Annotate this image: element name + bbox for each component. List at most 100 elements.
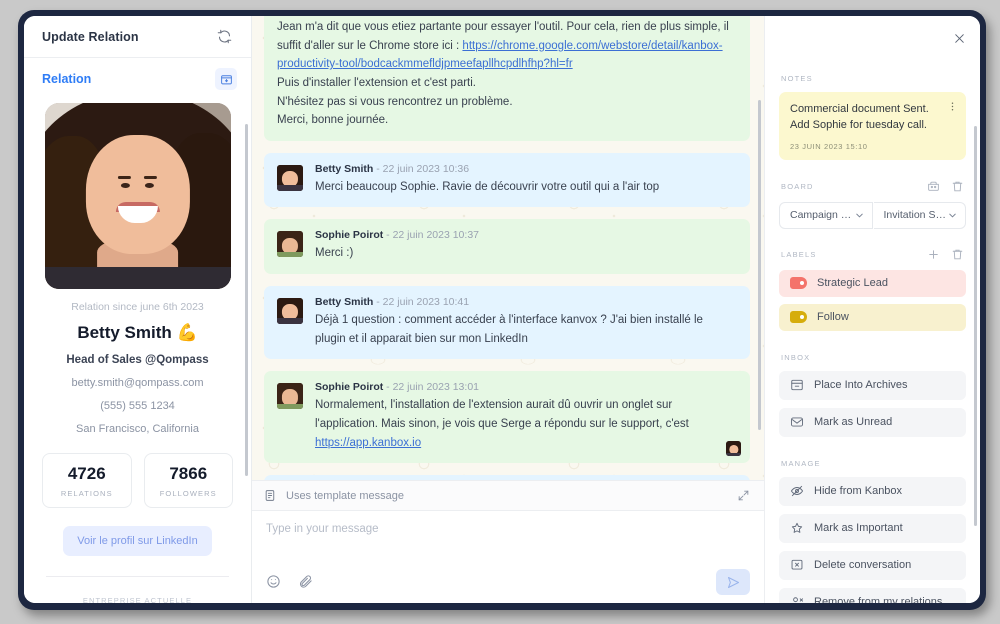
action-label: Mark as Unread — [814, 416, 893, 429]
envelope-icon — [790, 415, 804, 429]
message-bubble: Betty Smith - 22 juin 2023 10:41 Déjà 1 … — [264, 286, 750, 360]
message-bubble: Betty Smith - 22 juin 2023 10:36 Merci b… — [264, 152, 750, 208]
relation-stats: 4726 RELATIONS 7866 FOLLOWERS — [42, 453, 233, 508]
section-title: LABELS — [781, 249, 817, 259]
more-vertical-icon[interactable] — [947, 101, 958, 112]
message-bubble: Jean m'a dit que vous etiez partante pou… — [264, 16, 750, 141]
close-icon[interactable] — [953, 32, 966, 45]
stat-value: 7866 — [169, 464, 208, 483]
template-message-label: Uses template message — [286, 489, 404, 502]
relation-email[interactable]: betty.smith@qompass.com — [42, 377, 233, 389]
select-value: Campaign F... — [790, 209, 854, 222]
section-title: NOTES — [781, 74, 813, 83]
trash-icon[interactable] — [951, 248, 964, 261]
label-text: Follow — [817, 311, 849, 324]
section-header-notes: NOTES — [781, 74, 964, 83]
avatar — [277, 231, 303, 258]
section-title: MANAGE — [781, 458, 821, 468]
avatar — [277, 383, 303, 410]
message-body: Normalement, l'installation de l'extensi… — [315, 399, 689, 430]
relation-since: Relation since june 6th 2023 — [71, 301, 204, 313]
sync-icon[interactable] — [213, 26, 235, 48]
plus-icon[interactable] — [927, 248, 940, 261]
relation-name: Betty Smith 💪 — [77, 323, 198, 342]
details-sidebar: NOTES Commercial document Sent. Add Soph… — [764, 16, 980, 603]
tab-relation[interactable]: Relation — [42, 72, 91, 86]
relation-job-title: Head of Sales @Qompass — [66, 354, 209, 366]
action-delete-conversation[interactable]: Delete conversation — [779, 550, 966, 580]
section-header-board: BOARD — [781, 180, 964, 193]
action-mark-as-important[interactable]: Mark as Important — [779, 513, 966, 543]
archive-box-icon[interactable] — [215, 68, 237, 90]
action-label: Delete conversation — [814, 559, 912, 572]
stat-label: RELATIONS — [60, 489, 113, 498]
chevron-down-icon — [854, 210, 865, 221]
message-link[interactable]: https://app.kanbox.io — [315, 437, 421, 449]
sidebar-scrollbar[interactable] — [245, 124, 248, 476]
action-remove-from-relations[interactable]: Remove from my relations — [779, 587, 966, 603]
chevron-down-icon — [947, 210, 958, 221]
tag-icon — [790, 311, 807, 324]
page-title: Update Relation — [42, 29, 139, 44]
message-text: Merci beaucoup Sophie. Ravie de découvri… — [315, 180, 660, 193]
avatar — [277, 164, 303, 191]
action-label: Hide from Kanbox — [814, 485, 903, 498]
message-composer — [252, 511, 764, 603]
message-text: Normalement, l'installation de l'extensi… — [315, 396, 736, 452]
label-text: Strategic Lead — [817, 277, 888, 290]
message-author: Sophie Poirot — [315, 229, 384, 242]
stat-label: FOLLOWERS — [159, 489, 217, 498]
select-value: Invitation Se... — [883, 209, 948, 222]
message-list: Jean m'a dit que vous etiez partante pou… — [252, 16, 764, 480]
action-label: Mark as Important — [814, 522, 903, 535]
app-content: Update Relation Relation Relation since … — [24, 16, 980, 603]
relation-tabs: Relation — [24, 58, 251, 100]
chat-scrollbar[interactable] — [758, 100, 761, 430]
note-card[interactable]: Commercial document Sent. Add Sophie for… — [779, 92, 966, 160]
message-line: Puis d'installer l'extension et c'est pa… — [277, 76, 476, 89]
message-time: - 22 juin 2023 10:36 — [376, 162, 470, 175]
action-hide-from-kanbox[interactable]: Hide from Kanbox — [779, 476, 966, 506]
composer-tools — [266, 574, 313, 589]
app-window-frame: Update Relation Relation Relation since … — [18, 10, 986, 610]
message-author: Betty Smith — [315, 162, 374, 175]
action-mark-as-unread[interactable]: Mark as Unread — [779, 407, 966, 437]
message-input[interactable] — [266, 523, 750, 557]
action-label: Remove from my relations — [814, 596, 943, 603]
details-scrollbar[interactable] — [974, 126, 977, 526]
section-title: BOARD — [781, 181, 814, 191]
message-bubble: Sophie Poirot - 22 juin 2023 10:37 Merci… — [264, 219, 750, 274]
message-time: - 22 juin 2023 10:37 — [386, 229, 479, 242]
board-selectors: Campaign F... Invitation Se... — [779, 201, 966, 229]
delete-chat-icon — [790, 558, 804, 572]
view-linkedin-profile-button[interactable]: Voir le profil sur LinkedIn — [63, 526, 212, 556]
details-sidebar-body: NOTES Commercial document Sent. Add Soph… — [765, 60, 980, 603]
board-picker-icon[interactable] — [927, 180, 940, 193]
message-author: Sophie Poirot — [315, 381, 384, 394]
board-campaign-select[interactable]: Campaign F... — [779, 201, 873, 229]
label-row-strategic-lead[interactable]: Strategic Lead — [779, 269, 966, 297]
emoji-icon[interactable] — [266, 574, 281, 589]
message-line: suffit d'aller sur le Chrome store ici : — [277, 39, 463, 52]
archive-icon — [790, 378, 804, 392]
send-button[interactable] — [716, 569, 750, 595]
action-place-into-archives[interactable]: Place Into Archives — [779, 370, 966, 400]
details-sidebar-header — [765, 16, 980, 60]
label-row-follow[interactable]: Follow — [779, 303, 966, 331]
trash-icon[interactable] — [951, 180, 964, 193]
avatar — [44, 103, 231, 289]
message-line: Jean m'a dit que vous etiez partante pou… — [277, 21, 729, 33]
message-author: Betty Smith — [315, 296, 374, 308]
message-text: Jean m'a dit que vous etiez partante pou… — [277, 18, 736, 130]
section-header-inbox: INBOX — [781, 353, 964, 362]
message-time: - 22 juin 2023 13:01 — [386, 381, 479, 394]
template-message-bar[interactable]: Uses template message — [252, 480, 764, 511]
paperclip-icon[interactable] — [298, 574, 313, 589]
stat-card-followers: 7866 FOLLOWERS — [143, 453, 233, 508]
conversation-panel: Jean m'a dit que vous etiez partante pou… — [252, 16, 764, 603]
action-label: Place Into Archives — [814, 379, 908, 392]
read-receipt-avatar — [726, 441, 741, 457]
board-stage-select[interactable]: Invitation Se... — [873, 201, 966, 229]
divider — [46, 576, 229, 577]
expand-icon[interactable] — [737, 489, 750, 502]
